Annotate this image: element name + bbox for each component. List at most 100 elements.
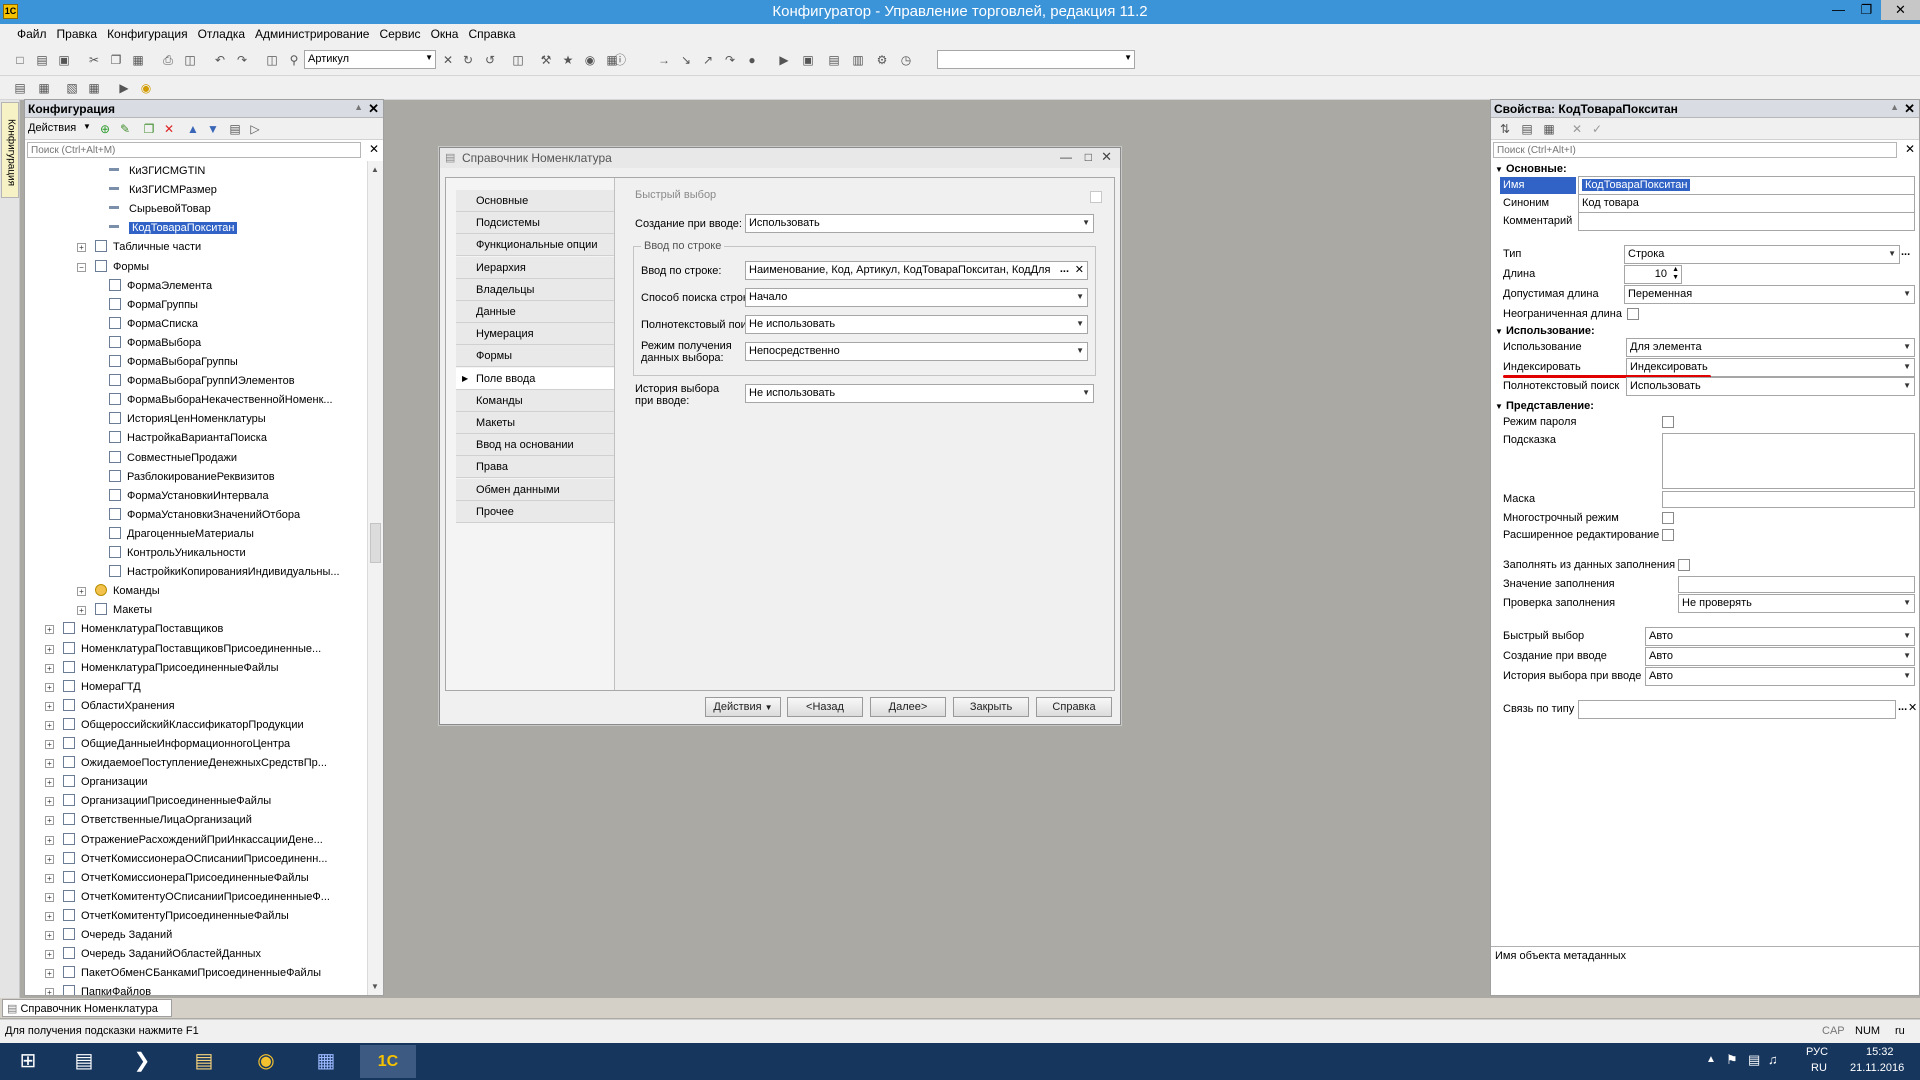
tree-item[interactable]: + Макеты <box>77 601 152 619</box>
tree-item[interactable]: + ОтчетКомиссионераПрисоединенныеФайлы <box>45 869 309 887</box>
fast-select-checkbox[interactable] <box>1090 191 1102 203</box>
history-select[interactable]: Авто ▼ <box>1645 667 1915 686</box>
chevron-down-icon[interactable]: ▼ <box>1903 598 1911 607</box>
menu-help[interactable]: Справка <box>463 24 520 41</box>
tree-item[interactable]: ФормаЭлемента <box>109 277 212 295</box>
tree-item[interactable]: ФормаУстановкиЗначенийОтбора <box>109 506 300 524</box>
multiline-checkbox[interactable] <box>1662 512 1674 524</box>
properties-search-input[interactable] <box>1493 142 1897 158</box>
history-select[interactable]: Не использовать ▼ <box>745 384 1094 403</box>
expand-icon[interactable]: + <box>45 816 54 826</box>
info-icon[interactable]: ⓘ <box>612 52 628 68</box>
apply-icon[interactable]: ✓ <box>1589 121 1605 137</box>
expand-icon[interactable]: + <box>45 682 54 692</box>
expand-icon[interactable]: + <box>45 740 54 749</box>
comment-field[interactable] <box>1578 212 1915 231</box>
scroll-up-icon[interactable]: ▲ <box>371 165 379 174</box>
filter-icon[interactable]: ▷ <box>247 121 263 137</box>
tree-item[interactable]: + ОтчетКомитентуПрисоединенныеФайлы <box>45 907 289 925</box>
redo-icon[interactable]: ↷ <box>234 52 250 68</box>
allowed-length-select[interactable]: Переменная ▼ <box>1624 285 1915 304</box>
dialog-tab[interactable]: Макеты <box>456 412 614 434</box>
window-icon[interactable]: ▣ <box>800 52 816 68</box>
print-icon[interactable]: ⎙ <box>160 52 176 68</box>
clear-search-icon[interactable]: ✕ <box>369 142 379 156</box>
close-icon[interactable]: ✕ <box>368 101 379 117</box>
quick-select-select[interactable]: Авто ▼ <box>1645 627 1915 646</box>
stepper-arrows-icon[interactable]: ▲ ▼ <box>1672 266 1679 282</box>
compare-icon[interactable]: ▧ <box>64 80 80 96</box>
extended-edit-checkbox[interactable] <box>1662 529 1674 541</box>
chevron-down-icon[interactable]: ▼ <box>1082 388 1090 397</box>
expand-icon[interactable]: + <box>45 663 54 673</box>
section-basic[interactable]: ▼ Основные: <box>1495 163 1567 175</box>
find-in-files-icon[interactable]: ◫ <box>264 52 280 68</box>
expand-icon[interactable]: + <box>45 931 54 940</box>
expand-icon[interactable]: + <box>45 644 54 654</box>
lang-indicator[interactable]: ru <box>1895 1025 1905 1037</box>
chevron-down-icon[interactable]: ▼ <box>1903 289 1911 298</box>
tree-item[interactable]: КиЗГИСМGTIN <box>109 162 205 180</box>
menu-windows[interactable]: Окна <box>426 24 464 41</box>
new-icon[interactable]: □ <box>12 52 28 68</box>
1c-app-icon[interactable]: 1С <box>360 1045 416 1078</box>
tree-item[interactable]: СовместныеПродажи <box>109 449 237 467</box>
debug-into-icon[interactable]: ↘ <box>678 52 694 68</box>
copy-icon[interactable]: ❐ <box>141 121 157 137</box>
expand-icon[interactable]: + <box>77 587 86 597</box>
type-select[interactable]: Строка ▼ <box>1624 245 1900 264</box>
dialog-minimize-icon[interactable]: — <box>1060 150 1072 164</box>
tray-lang-primary[interactable]: РУС <box>1806 1046 1828 1058</box>
chevron-down-icon[interactable]: ▼ <box>83 122 91 131</box>
tree-scroll-thumb[interactable] <box>370 523 381 563</box>
expand-icon[interactable]: + <box>45 625 54 635</box>
dialog-close-icon[interactable]: ✕ <box>1101 149 1112 165</box>
expand-icon[interactable]: + <box>45 701 54 711</box>
menu-configuration[interactable]: Конфигурация <box>102 24 193 41</box>
expand-icon[interactable]: + <box>45 969 54 979</box>
restore-button[interactable]: ❐ <box>1853 0 1880 20</box>
dialog-tab[interactable]: Иерархия <box>456 256 614 279</box>
expand-icon[interactable]: + <box>77 243 86 253</box>
build-icon[interactable]: ⚒ <box>538 52 554 68</box>
expand-icon[interactable]: + <box>45 892 54 902</box>
preview-icon[interactable]: ◫ <box>182 52 198 68</box>
ellipsis-button[interactable]: ... <box>1901 246 1910 258</box>
windows-start-icon[interactable]: ⊞ <box>0 1045 56 1078</box>
dialog-maximize-icon[interactable]: □ <box>1085 150 1092 164</box>
properties-icon[interactable]: ▦ <box>1541 121 1557 137</box>
clear-search-icon[interactable]: ✕ <box>1905 142 1915 156</box>
tree-item[interactable]: + ОтчетКомитентуОСписанииПрисоединенныеФ.… <box>45 888 330 906</box>
chevron-down-icon[interactable]: ▼ <box>1903 381 1911 390</box>
expand-icon[interactable]: + <box>45 950 54 960</box>
tree-item[interactable]: КодТовараПокситан <box>109 219 238 237</box>
chevron-down-icon[interactable]: ▼ <box>425 53 433 62</box>
actions-button[interactable]: Действия ▼ <box>705 697 781 717</box>
chevron-down-icon[interactable]: ▼ <box>1076 292 1084 301</box>
fill-from-data-checkbox[interactable] <box>1678 559 1690 571</box>
powershell-icon[interactable]: ❯ <box>114 1045 170 1078</box>
expand-icon[interactable]: + <box>45 873 54 883</box>
notepad-icon[interactable]: ▦ <box>298 1045 354 1078</box>
find-prev-icon[interactable]: ↺ <box>482 52 498 68</box>
fill-check-select[interactable]: Не проверять ▼ <box>1678 594 1915 613</box>
usage-select[interactable]: Для элемента ▼ <box>1626 338 1915 357</box>
chevron-down-icon[interactable]: ▼ <box>1903 651 1911 660</box>
expand-icon[interactable]: + <box>45 720 54 730</box>
menu-service[interactable]: Сервис <box>374 24 425 41</box>
tray-volume-icon[interactable]: ♫ <box>1768 1052 1778 1067</box>
fulltext-select[interactable]: Не использовать ▼ <box>745 315 1088 334</box>
support-icon[interactable]: ▦ <box>36 80 52 96</box>
tree-item[interactable]: + ОбластиХранения <box>45 697 175 715</box>
dialog-tab[interactable]: ▶ Поле ввода <box>456 367 615 390</box>
clock-icon[interactable]: ◷ <box>898 52 914 68</box>
input-by-string-field[interactable]: Наименование, Код, Артикул, КодТовараПок… <box>745 261 1088 280</box>
chevron-down-icon[interactable]: ▼ <box>1903 342 1911 351</box>
tree-item[interactable]: + Табличные части <box>77 238 201 256</box>
debug-out-icon[interactable]: ↗ <box>700 52 716 68</box>
server-manager-icon[interactable]: ▤ <box>56 1045 112 1078</box>
chevron-down-icon[interactable]: ▼ <box>1888 249 1896 258</box>
expand-icon[interactable]: + <box>45 778 54 788</box>
tree-item[interactable]: + ПапкиФайлов <box>45 983 151 995</box>
synonym-field[interactable]: Код товара <box>1578 194 1915 213</box>
